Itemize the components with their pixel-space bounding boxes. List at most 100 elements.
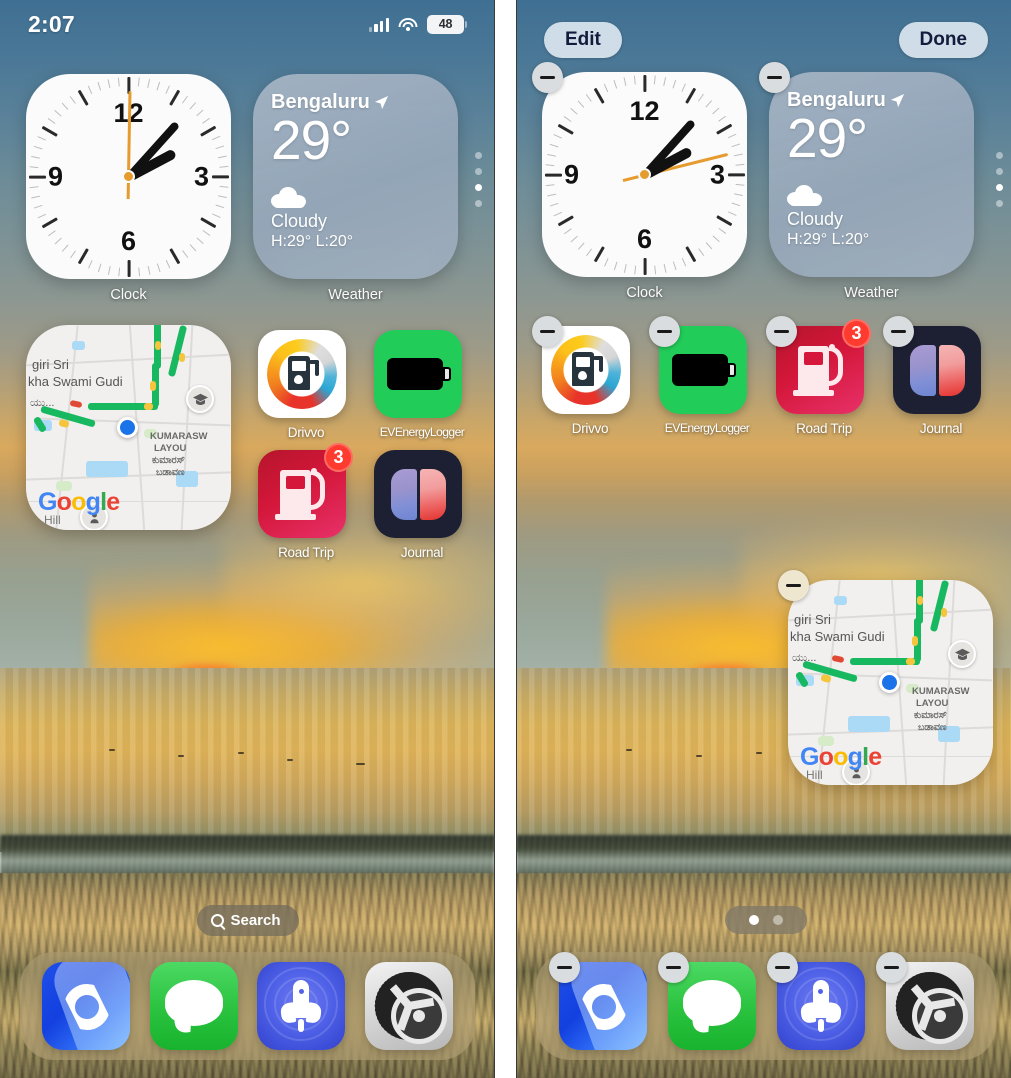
map-place-line2: kha Swami Gudi [28,374,123,389]
clock-number-3-2: 3 [709,159,725,189]
panel-divider [495,0,516,1078]
app-journal[interactable]: Journal [374,450,470,560]
search-button[interactable]: Search [196,905,299,936]
cellular-signal-icon [368,17,389,32]
clock-number-3: 3 [193,161,209,191]
map-place-line2-2: kha Swami Gudi [790,629,885,644]
search-label: Search [230,912,281,929]
phone-icon-2 [581,984,627,1030]
minus-icon-3 [540,329,555,334]
clock-number-6: 6 [120,226,137,256]
widget-weather[interactable]: Bengaluru 29° Cloudy H:29° L:20° Weather [253,74,458,303]
clock-number-12-2: 12 [629,96,660,126]
app-road-trip[interactable]: 3 Road Trip [258,443,354,560]
widget-clock[interactable]: 12 3 6 9 Clock [26,74,231,303]
remove-app-journal-button[interactable] [883,316,914,347]
edit-button[interactable]: Edit [544,22,622,58]
app-journal-edit[interactable]: Journal [883,316,989,436]
minus-icon-9 [665,965,681,970]
remove-app-evenergylogger-button[interactable] [649,316,680,347]
map-area-line1-2: KUMARASW [912,686,970,697]
phone-screen-normal: 2:07 48 3 6 9 Clock Bengaluru 29° Cloudy… [0,0,495,1078]
remove-app-drivvo-button[interactable] [532,316,563,347]
map-area-line2: LAYOU [154,443,187,454]
settings-gear-icon [375,972,448,1044]
dock-app-phone[interactable] [41,962,130,1050]
screenshot-root: 2:07 48 3 6 9 Clock Bengaluru 29° Cloudy… [0,0,1011,1078]
dock-app-phone-edit[interactable] [548,952,647,1050]
search-icon [210,914,224,927]
app-evenergylogger-edit[interactable]: EVEnergyLogger [649,316,755,435]
remove-dock-messages-button[interactable] [657,952,689,983]
minus-icon-4 [657,329,672,334]
remove-app-road-trip-button[interactable] [766,316,797,347]
app-evenergylogger[interactable]: EVEnergyLogger [374,330,470,439]
map-poi-marker-3[interactable] [948,640,976,668]
dock-app-launcher-edit[interactable] [766,952,865,1050]
app-label-evenergylogger: EVEnergyLogger [379,425,465,439]
status-time: 2:07 [28,10,75,37]
wifi-icon [398,17,418,32]
minus-icon-11 [883,965,899,970]
minus-icon-6 [891,329,906,334]
widget-stack-page-dots-2[interactable] [996,152,1003,207]
clock-number-9-2: 9 [564,159,580,189]
map-place-line1-2: giri Sri [794,612,831,627]
clock-number-6-2: 6 [636,224,653,254]
app-label-journal: Journal [400,545,444,560]
clock-face-2: 12 3 6 9 [542,72,747,277]
home-screen-grid-left: 12 3 6 9 Clock [0,0,495,1078]
app-drivvo-edit[interactable]: Drivvo [532,316,638,436]
dock-right [536,952,996,1060]
dock-app-messages-edit[interactable] [657,952,756,1050]
app-road-trip-edit[interactable]: 3 Road Trip [766,316,872,436]
phone-screen-edit-mode: Edit Done 12 3 6 9 Clock Bengaluru 29° C… [516,0,1011,1078]
map-poi-marker[interactable] [186,385,214,413]
map-area-line2-2: LAYOU [916,698,949,709]
dock-app-settings[interactable] [365,962,454,1050]
clock-second-hand [127,90,132,177]
remove-widget-google-maps-button[interactable] [778,570,809,601]
minus-icon-2 [767,75,782,80]
widget-label-clock-2: Clock [626,285,663,301]
settings-gear-icon-2 [895,972,968,1044]
map-area-line3: ಕುಮಾರಸ್ [152,455,185,466]
dock-app-messages[interactable] [149,962,238,1050]
app-label-road-trip-2: Road Trip [796,421,852,436]
cloud-icon [271,186,309,208]
remove-widget-clock-button[interactable] [532,62,563,93]
location-arrow-icon [374,95,388,110]
widget-google-maps-dragging[interactable]: giri Sri kha Swami Gudi ಯು... KUMARASW L… [778,570,993,785]
map-street-label-2: Hill [806,768,823,782]
app-label-journal-2: Journal [919,421,963,436]
edit-mode-toolbar: Edit Done [516,20,1011,60]
clock-center-pin-2 [638,168,651,181]
map-area-line3-2: ಕುಮಾರಸ್ [914,710,947,721]
map-area-line4-2: ಬಡಾವಣ [918,722,947,733]
done-button[interactable]: Done [898,22,988,58]
widget-weather-edit[interactable]: Bengaluru 29° Cloudy H:29° L:20° Weather [759,62,974,301]
widget-label-weather: Weather [328,287,383,303]
remove-dock-launcher-button[interactable] [766,952,798,983]
remove-dock-phone-button[interactable] [548,952,580,983]
map-place-line3: ಯು... [30,397,55,409]
remove-dock-settings-button[interactable] [875,952,907,983]
map-place-line3-2: ಯು... [792,652,817,664]
weather-high-low-2: H:29° L:20° [787,230,870,248]
app-label-drivvo: Drivvo [287,425,325,440]
dock-app-launcher[interactable] [257,962,346,1050]
remove-widget-weather-button[interactable] [759,62,790,93]
badge-road-trip: 3 [324,443,353,472]
map-street-label: Hill [44,513,61,527]
app-drivvo[interactable]: Drivvo [258,330,354,440]
weather-condition: Cloudy [271,210,328,231]
widget-google-maps[interactable]: giri Sri kha Swami Gudi ಯು... KUMARASW L… [26,325,231,530]
home-page-indicator[interactable] [725,906,807,934]
app-label-drivvo-2: Drivvo [571,421,609,436]
weather-high-low: H:29° L:20° [271,232,354,250]
dock-app-settings-edit[interactable] [875,952,974,1050]
widget-stack-page-dots[interactable] [475,152,482,207]
widget-clock-edit[interactable]: 12 3 6 9 Clock [532,62,747,301]
app-label-road-trip: Road Trip [278,545,334,560]
battery-icon: 48 [427,14,464,34]
